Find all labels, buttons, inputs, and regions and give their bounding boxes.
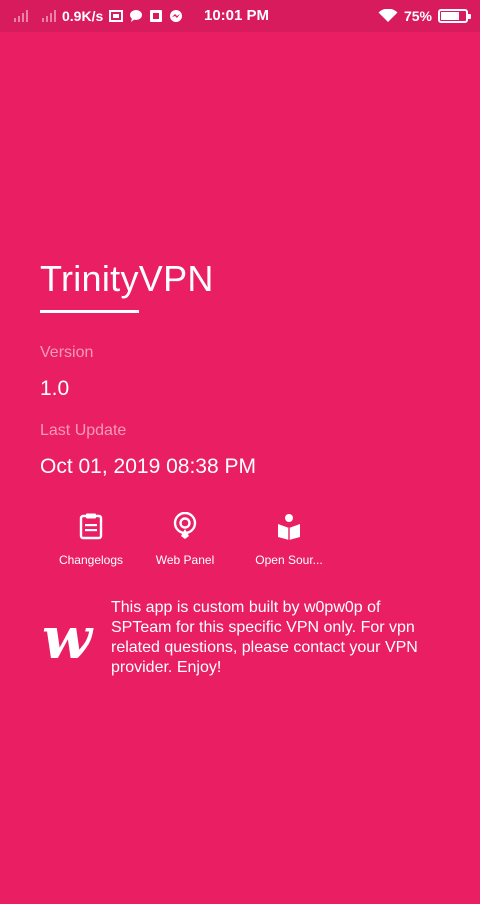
title-underline — [40, 310, 139, 313]
about-section: w This app is custom built by w0pw0p of … — [40, 598, 440, 698]
logo-letter: w — [42, 610, 94, 670]
chat-icon — [130, 10, 143, 22]
action-row: Changelogs Web Panel Open Sour... — [48, 512, 348, 572]
open-source-label: Open Sour... — [255, 553, 323, 567]
battery-fill — [441, 12, 459, 20]
version-value: 1.0 — [40, 377, 70, 400]
open-source-button[interactable]: Open Sour... — [246, 512, 332, 567]
web-panel-icon — [173, 512, 197, 539]
battery-icon — [438, 9, 471, 23]
status-right: 75% — [378, 0, 471, 32]
signal-icon — [14, 10, 28, 22]
book-icon — [278, 514, 300, 540]
screenshot-icon — [109, 10, 124, 22]
notification-icon — [150, 10, 163, 22]
about-text: This app is custom built by w0pw0p of SP… — [111, 599, 418, 676]
status-bar: 0.9K/s 10:01 PM 75% — [0, 0, 480, 32]
wifi-icon — [378, 9, 398, 22]
battery-percent: 75% — [403, 8, 432, 24]
signal-icon — [42, 10, 56, 22]
last-update-value: Oct 01, 2019 08:38 PM — [40, 455, 256, 478]
web-panel-label: Web Panel — [155, 553, 215, 567]
w-logo-icon: w — [42, 610, 94, 670]
status-time: 10:01 PM — [204, 7, 270, 24]
web-panel-button[interactable]: Web Panel — [142, 512, 228, 567]
app-title: TrinityVPN — [40, 258, 214, 299]
messenger-icon — [170, 10, 183, 22]
status-left: 0.9K/s — [14, 0, 183, 32]
changelogs-button[interactable]: Changelogs — [48, 512, 134, 567]
network-speed: 0.9K/s — [62, 8, 104, 24]
last-update-label: Last Update — [40, 422, 127, 439]
version-label: Version — [40, 344, 94, 361]
clipboard-icon — [79, 513, 103, 540]
changelogs-label: Changelogs — [58, 553, 124, 567]
